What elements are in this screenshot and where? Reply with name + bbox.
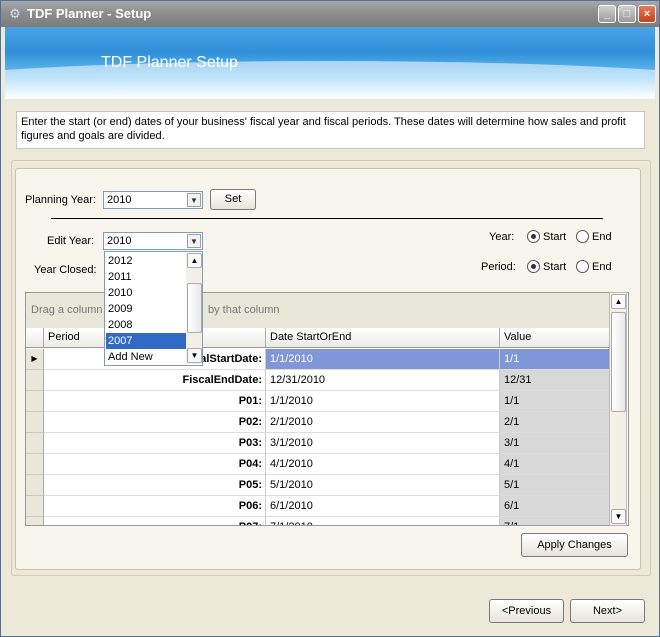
- period-cell[interactable]: P03:: [44, 433, 266, 454]
- date-cell[interactable]: 1/1/2010: [266, 391, 500, 412]
- period-cell[interactable]: P02:: [44, 412, 266, 433]
- window-title: TDF Planner - Setup: [27, 6, 152, 21]
- dropdown-option-2007[interactable]: 2007: [106, 333, 186, 349]
- scroll-thumb[interactable]: [611, 312, 626, 412]
- planning-year-value: 2010: [107, 194, 132, 206]
- date-cell[interactable]: 2/1/2010: [266, 412, 500, 433]
- date-cell[interactable]: 3/1/2010: [266, 433, 500, 454]
- row-selector[interactable]: [26, 433, 44, 454]
- chevron-down-icon[interactable]: ▼: [187, 348, 202, 363]
- row-selector[interactable]: [26, 475, 44, 496]
- value-cell[interactable]: 12/31: [500, 370, 610, 391]
- row-selector[interactable]: [26, 454, 44, 475]
- table-row[interactable]: FiscalEndDate: 12/31/2010 12/31: [26, 370, 610, 391]
- period-label: Period:: [481, 261, 516, 273]
- setup-window: ⚙ TDF Planner - Setup _ □ × TDF Planner …: [0, 0, 660, 637]
- table-row[interactable]: P05: 5/1/2010 5/1: [26, 475, 610, 496]
- scroll-down-icon[interactable]: ▼: [611, 509, 626, 524]
- date-cell[interactable]: 4/1/2010: [266, 454, 500, 475]
- dropdown-option-2008[interactable]: 2008: [106, 317, 186, 333]
- period-start-label: Start: [543, 261, 567, 273]
- value-cell[interactable]: 1/1: [500, 349, 610, 370]
- scroll-up-icon[interactable]: ▲: [611, 294, 626, 309]
- instructions-text: Enter the start (or end) dates of your b…: [16, 111, 645, 149]
- grid-scrollbar[interactable]: ▲ ▼: [609, 292, 627, 526]
- date-cell[interactable]: 7/1/2010: [266, 517, 500, 525]
- banner-title: TDF Planner Setup: [101, 54, 238, 71]
- value-cell[interactable]: 7/1: [500, 517, 610, 525]
- title-bar[interactable]: ⚙ TDF Planner - Setup _ □ ×: [1, 1, 659, 27]
- dropdown-option-2009[interactable]: 2009: [106, 301, 186, 317]
- date-cell[interactable]: 5/1/2010: [266, 475, 500, 496]
- dropdown-scrollbar[interactable]: ▲ ▼: [186, 253, 202, 364]
- column-header-value[interactable]: Value: [500, 328, 610, 348]
- row-selector[interactable]: [26, 370, 44, 391]
- table-row[interactable]: P02: 2/1/2010 2/1: [26, 412, 610, 433]
- apply-changes-button[interactable]: Apply Changes: [521, 533, 628, 557]
- date-cell[interactable]: 6/1/2010: [266, 496, 500, 517]
- edit-year-value: 2010: [107, 235, 132, 247]
- table-row[interactable]: P06: 6/1/2010 6/1: [26, 496, 610, 517]
- period-cell[interactable]: P01:: [44, 391, 266, 412]
- row-selector[interactable]: [26, 496, 44, 517]
- period-cell[interactable]: P04:: [44, 454, 266, 475]
- table-row[interactable]: P04: 4/1/2010 4/1: [26, 454, 610, 475]
- minimize-button[interactable]: _: [598, 5, 616, 23]
- period-end-label: End: [592, 261, 612, 273]
- group-hint-right: by that column: [208, 304, 280, 316]
- dropdown-option-2012[interactable]: 2012: [106, 253, 186, 269]
- year-start-radio[interactable]: [527, 230, 540, 243]
- previous-button[interactable]: <Previous: [489, 599, 564, 623]
- close-button[interactable]: ×: [638, 5, 656, 23]
- value-cell[interactable]: 3/1: [500, 433, 610, 454]
- year-label: Year:: [489, 231, 515, 243]
- app-icon: ⚙: [9, 6, 21, 21]
- set-button[interactable]: Set: [210, 189, 256, 210]
- maximize-button[interactable]: □: [618, 5, 636, 23]
- next-button[interactable]: Next>: [570, 599, 645, 623]
- period-cell[interactable]: P06:: [44, 496, 266, 517]
- row-selector[interactable]: [26, 412, 44, 433]
- period-end-radio[interactable]: [576, 260, 589, 273]
- edit-year-dropdown-list[interactable]: 2012 2011 2010 2009 2008 2007 Add New ▲ …: [104, 251, 203, 366]
- table-row[interactable]: P07: 7/1/2010 7/1: [26, 517, 610, 525]
- edit-year-label: Edit Year:: [47, 235, 95, 247]
- year-end-radio[interactable]: [576, 230, 589, 243]
- column-header-date[interactable]: Date StartOrEnd: [266, 328, 500, 348]
- date-cell[interactable]: 12/31/2010: [266, 370, 500, 391]
- period-start-radio[interactable]: [527, 260, 540, 273]
- dropdown-option-add-new[interactable]: Add New: [106, 349, 186, 365]
- period-cell[interactable]: P05:: [44, 475, 266, 496]
- planning-year-label: Planning Year:: [25, 194, 96, 206]
- header-banner: TDF Planner Setup: [5, 27, 655, 99]
- value-cell[interactable]: 2/1: [500, 412, 610, 433]
- period-cell[interactable]: FiscalEndDate:: [44, 370, 266, 391]
- dropdown-option-2010[interactable]: 2010: [106, 285, 186, 301]
- row-selector[interactable]: [26, 517, 44, 525]
- dropdown-scroll-thumb[interactable]: [187, 283, 202, 333]
- dropdown-option-2011[interactable]: 2011: [106, 269, 186, 285]
- row-selector[interactable]: [26, 391, 44, 412]
- divider: [51, 218, 603, 219]
- planning-year-select[interactable]: 2010 ▼: [103, 191, 203, 209]
- period-cell[interactable]: P07:: [44, 517, 266, 525]
- value-cell[interactable]: 1/1: [500, 391, 610, 412]
- group-hint-left: Drag a column h: [31, 304, 112, 316]
- date-cell[interactable]: 1/1/2010: [266, 349, 500, 370]
- year-closed-label: Year Closed:: [34, 264, 97, 276]
- table-row[interactable]: P01: 1/1/2010 1/1: [26, 391, 610, 412]
- year-start-label: Start: [543, 231, 567, 243]
- row-selector-header: [26, 328, 44, 348]
- chevron-down-icon[interactable]: ▼: [187, 193, 201, 207]
- chevron-down-icon[interactable]: ▼: [187, 234, 201, 248]
- year-end-label: End: [592, 231, 612, 243]
- value-cell[interactable]: 5/1: [500, 475, 610, 496]
- value-cell[interactable]: 4/1: [500, 454, 610, 475]
- edit-year-select[interactable]: 2010 ▼: [103, 232, 203, 250]
- chevron-up-icon[interactable]: ▲: [187, 253, 202, 268]
- table-row[interactable]: P03: 3/1/2010 3/1: [26, 433, 610, 454]
- row-selector-arrow-icon[interactable]: ▶: [26, 349, 44, 370]
- value-cell[interactable]: 6/1: [500, 496, 610, 517]
